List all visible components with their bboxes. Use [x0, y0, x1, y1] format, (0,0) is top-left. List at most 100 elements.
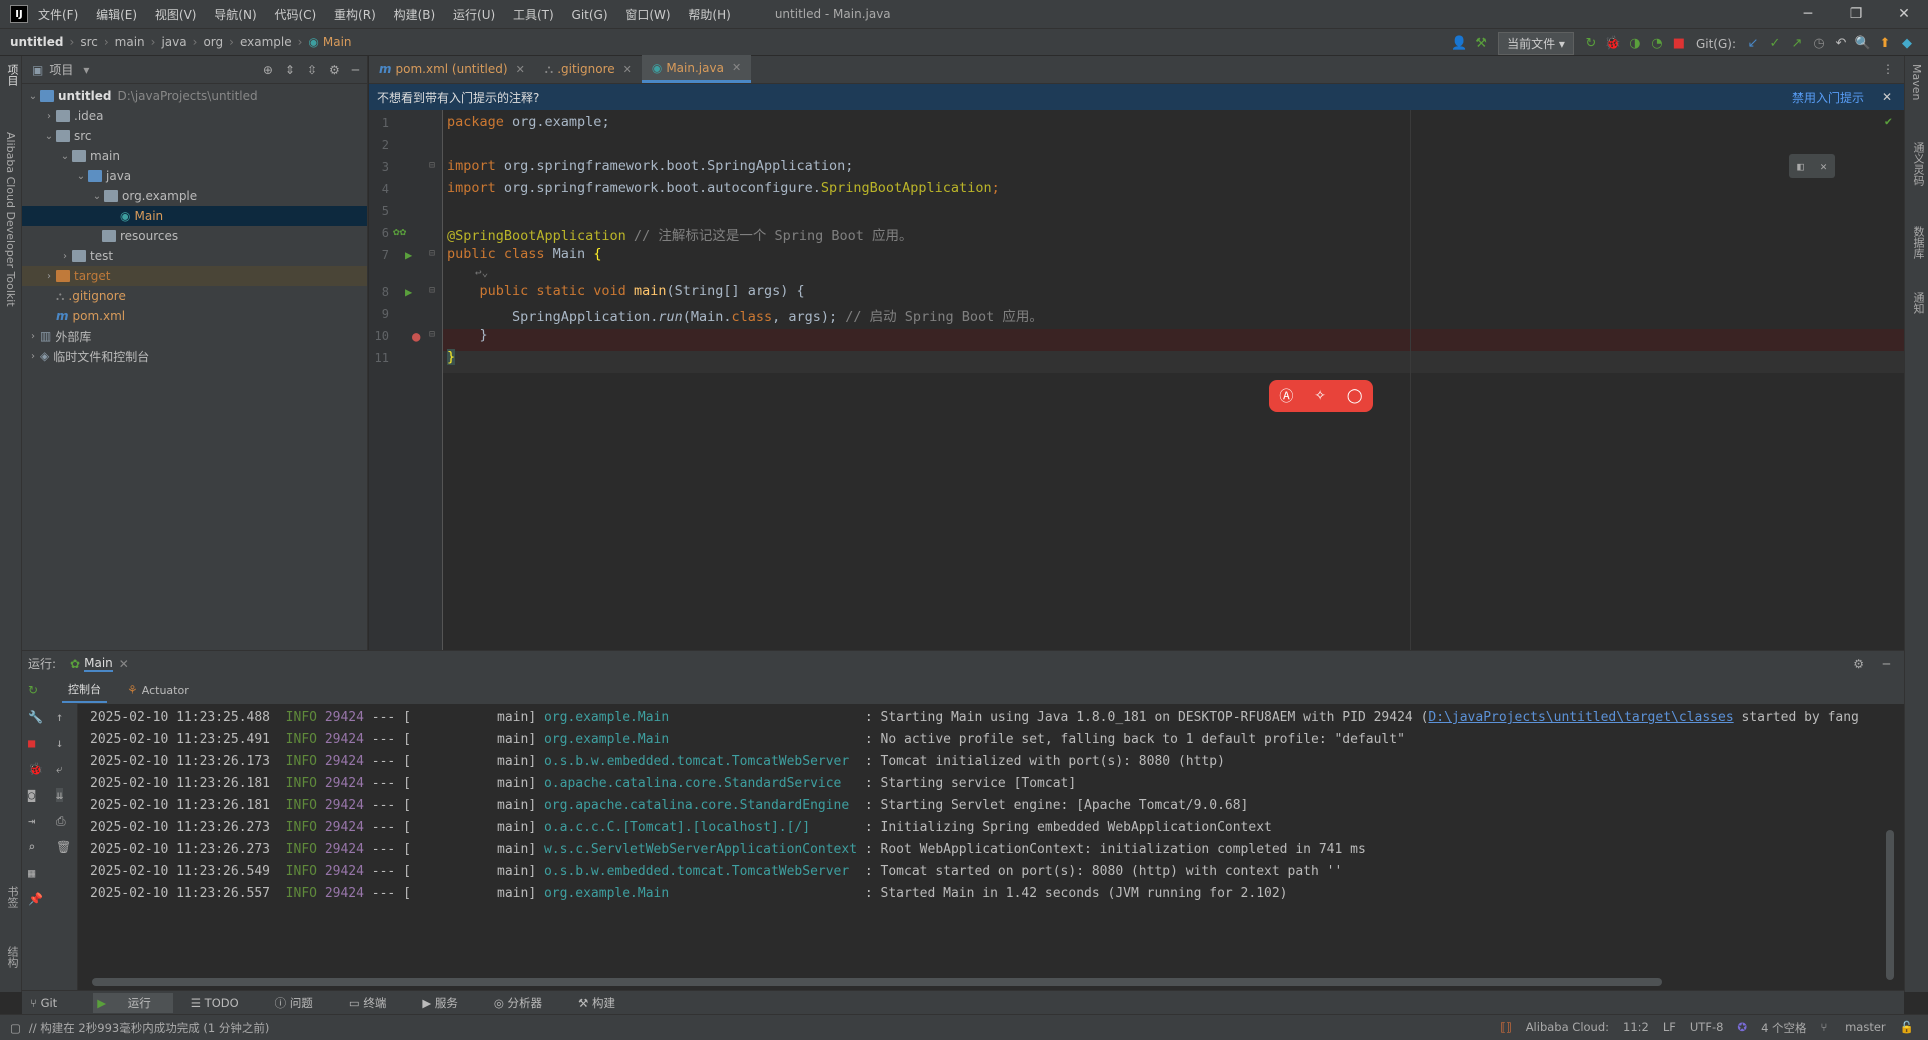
- tongyi-status-icon[interactable]: ✪: [1737, 1020, 1747, 1036]
- breadcrumb-org[interactable]: org: [203, 35, 223, 49]
- fold-icon[interactable]: ⊟: [429, 285, 435, 296]
- menu-refactor[interactable]: 重构(R): [334, 8, 376, 22]
- tree-item-untitled[interactable]: ⌄ untitled D:\javaProjects\untitled: [22, 86, 367, 106]
- line-separator[interactable]: LF: [1663, 1020, 1676, 1036]
- git-update-icon[interactable]: ↙: [1742, 33, 1764, 55]
- magic-wand-icon[interactable]: ✧: [1314, 388, 1326, 404]
- close-icon[interactable]: ✕: [119, 657, 129, 671]
- close-icon[interactable]: ✕: [623, 63, 632, 76]
- vertical-scrollbar[interactable]: [1886, 830, 1894, 980]
- trash-icon[interactable]: 🗑: [56, 840, 71, 854]
- minimize-icon[interactable]: ─: [1784, 0, 1832, 28]
- stop-icon[interactable]: ■: [1668, 33, 1690, 55]
- run-gutter-icon[interactable]: ▶: [405, 248, 412, 262]
- tool-services[interactable]: ▶ 服务: [422, 995, 476, 1011]
- close-icon[interactable]: ✕: [516, 63, 525, 76]
- tool-profiler[interactable]: ◎ 分析器: [494, 995, 560, 1011]
- cursor-position[interactable]: 11:2: [1623, 1020, 1649, 1036]
- collapse-all-icon[interactable]: ⇳: [307, 63, 317, 77]
- code-editor[interactable]: 1 2 3 4 5 6 7 8 9 10 11 ✿✿ ▶ ▶ ● ⊟ ⊟ ⊟ ⊟…: [369, 110, 1904, 650]
- tab-actuator[interactable]: Actuator: [142, 684, 189, 697]
- tree-item-external-libs[interactable]: › ▥ 外部库: [22, 326, 367, 346]
- tongyi-icon[interactable]: ◧: [1797, 160, 1804, 173]
- menu-edit[interactable]: 编辑(E): [96, 8, 137, 22]
- assistant-icon[interactable]: ◆: [1896, 33, 1918, 55]
- menu-window[interactable]: 窗口(W): [625, 8, 670, 22]
- profile-icon[interactable]: ◔: [1646, 33, 1668, 55]
- ai-icon[interactable]: Ⓐ: [1279, 386, 1293, 406]
- bookmarks-label[interactable]: 书签: [4, 886, 20, 908]
- menu-navigate[interactable]: 导航(N): [214, 8, 256, 22]
- chevron-down-icon[interactable]: ▾: [83, 63, 89, 77]
- fold-icon[interactable]: ⊟: [429, 248, 435, 259]
- git-branch[interactable]: ⑂ master: [1821, 1020, 1886, 1036]
- menu-file[interactable]: 文件(F): [38, 8, 78, 22]
- menu-run[interactable]: 运行(U): [453, 8, 495, 22]
- structure-label[interactable]: 结构: [4, 946, 20, 968]
- horizontal-scrollbar[interactable]: [92, 978, 1662, 986]
- tree-item-gitignore[interactable]: ⛬ .gitignore: [22, 286, 367, 306]
- user-icon[interactable]: 👤: [1448, 33, 1470, 55]
- debug-icon[interactable]: 🐞: [28, 762, 43, 776]
- gear-icon[interactable]: ⚙: [1853, 657, 1864, 671]
- tab-pom[interactable]: m pom.xml (untitled) ✕: [369, 55, 535, 83]
- run-gutter-icon[interactable]: ▶: [405, 285, 412, 299]
- notifications-label[interactable]: 通知: [1910, 292, 1926, 314]
- tree-item-scratches[interactable]: › ◈ 临时文件和控制台: [22, 346, 367, 366]
- menu-git[interactable]: Git(G): [572, 8, 608, 22]
- tongyi-label[interactable]: 通义灵码: [1910, 142, 1926, 186]
- tab-gitignore[interactable]: ⛬ .gitignore ✕: [535, 55, 642, 83]
- run-config-select[interactable]: 当前文件 ▾: [1498, 32, 1574, 55]
- coverage-icon[interactable]: ◑: [1624, 33, 1646, 55]
- tool-terminal[interactable]: ▭ 终端: [349, 995, 405, 1011]
- print-icon[interactable]: ⎙: [56, 814, 66, 829]
- close-icon[interactable]: ✕: [732, 61, 741, 74]
- project-panel-title[interactable]: 项目: [49, 61, 73, 78]
- lock-icon[interactable]: 🔓: [1900, 1020, 1914, 1036]
- tree-item-main[interactable]: ⌄ main: [22, 146, 367, 166]
- fold-icon[interactable]: ⊟: [429, 329, 435, 340]
- status-window-icon[interactable]: ▢: [10, 1021, 21, 1035]
- update-icon[interactable]: ⬆: [1874, 33, 1896, 55]
- close-icon[interactable]: ✕: [1882, 90, 1892, 104]
- disable-hint-link[interactable]: 禁用入门提示: [1792, 89, 1864, 106]
- tongyi-floating-widget[interactable]: ◧ ✕: [1789, 154, 1835, 178]
- alibaba-cloud-status[interactable]: ⟦⟧ Alibaba Cloud:: [1486, 1020, 1609, 1036]
- tree-item-main-class[interactable]: ◉ Main: [22, 206, 367, 226]
- rerun-icon[interactable]: ↻: [1580, 33, 1602, 55]
- down-arrow-icon[interactable]: ↓: [56, 736, 63, 750]
- debug-icon[interactable]: 🐞: [1602, 33, 1624, 55]
- status-message[interactable]: // 构建在 2秒993毫秒内成功完成 (1 分钟之前): [29, 1020, 269, 1036]
- search-icon[interactable]: ◯: [1347, 388, 1363, 404]
- breadcrumb-java[interactable]: java: [161, 35, 186, 49]
- locate-icon[interactable]: ⊕: [263, 63, 273, 77]
- git-history-icon[interactable]: ◷: [1808, 33, 1830, 55]
- stop-icon[interactable]: ■: [28, 736, 35, 750]
- scroll-to-end-icon[interactable]: ⇊: [56, 788, 64, 802]
- log-path-link[interactable]: D:\javaProjects\untitled\target\classes: [1428, 710, 1733, 725]
- soft-wrap-icon[interactable]: ⤶: [56, 762, 63, 777]
- indent-setting[interactable]: 4 个空格: [1761, 1020, 1806, 1036]
- exit-icon[interactable]: ⇥: [28, 814, 35, 828]
- git-push-icon[interactable]: ↗: [1786, 33, 1808, 55]
- menu-tools[interactable]: 工具(T): [513, 8, 554, 22]
- inlay-hint[interactable]: ↩⌄: [475, 266, 488, 279]
- git-commit-icon[interactable]: ✓: [1764, 33, 1786, 55]
- maven-label[interactable]: Maven: [1910, 64, 1923, 100]
- tool-todo[interactable]: ☰ TODO: [191, 996, 257, 1010]
- up-arrow-icon[interactable]: ↑: [56, 710, 63, 724]
- camera-icon[interactable]: ◙: [28, 788, 35, 802]
- fold-icon[interactable]: ⊟: [429, 160, 435, 171]
- tree-item-java[interactable]: ⌄ java: [22, 166, 367, 186]
- file-encoding[interactable]: UTF-8: [1690, 1020, 1724, 1036]
- tree-item-pom[interactable]: m pom.xml: [22, 306, 367, 326]
- menu-code[interactable]: 代码(C): [274, 8, 316, 22]
- breakpoint-icon[interactable]: ●: [412, 329, 420, 345]
- build-hammer-icon[interactable]: ⚒: [1470, 33, 1492, 55]
- tool-run[interactable]: ▶ 运行: [93, 992, 173, 1013]
- tree-item-test[interactable]: › test: [22, 246, 367, 266]
- menu-view[interactable]: 视图(V): [155, 8, 197, 22]
- hide-icon[interactable]: ─: [352, 63, 359, 77]
- search-icon[interactable]: 🔍: [1852, 33, 1874, 55]
- tree-item-org-example[interactable]: ⌄ org.example: [22, 186, 367, 206]
